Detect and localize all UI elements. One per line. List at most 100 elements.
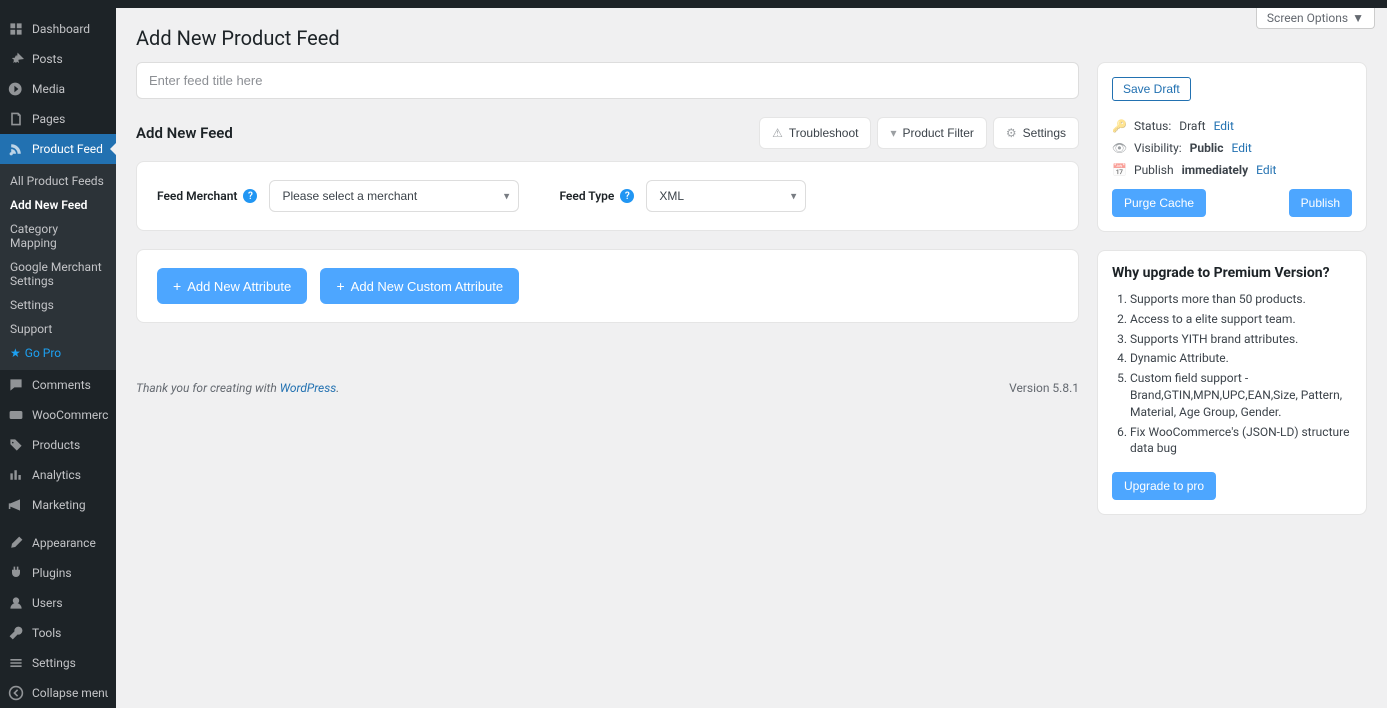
sidebar-item-tools[interactable]: Tools xyxy=(0,618,116,648)
help-icon[interactable]: ? xyxy=(243,189,257,203)
columns: Add New Feed ⚠ Troubleshoot ▾ Product Fi… xyxy=(136,62,1367,698)
edit-status-link[interactable]: Edit xyxy=(1214,119,1234,133)
feed-icon xyxy=(8,141,24,157)
sidebar-item-posts[interactable]: Posts xyxy=(0,44,116,74)
warning-icon: ⚠ xyxy=(772,126,783,140)
submenu-category-mapping[interactable]: Category Mapping xyxy=(0,217,116,255)
type-field: Feed Type ? XML xyxy=(559,180,806,212)
btn-label: Add New Attribute xyxy=(187,279,291,294)
visibility-label: Visibility: xyxy=(1134,141,1182,155)
section-header: Add New Feed ⚠ Troubleshoot ▾ Product Fi… xyxy=(136,117,1079,149)
type-select[interactable]: XML xyxy=(646,180,806,212)
help-icon[interactable]: ? xyxy=(620,189,634,203)
type-select-wrap: XML xyxy=(646,180,806,212)
btn-label: Add New Custom Attribute xyxy=(351,279,503,294)
settings-icon xyxy=(8,655,24,671)
schedule-row: 📅 Publish immediately Edit xyxy=(1112,163,1352,177)
screen-options-label: Screen Options xyxy=(1267,11,1348,25)
sidebar-item-products[interactable]: Products xyxy=(0,430,116,460)
screen-options-button[interactable]: Screen Options ▼ xyxy=(1256,8,1375,29)
menu-label: Comments xyxy=(32,378,91,392)
merchant-select[interactable]: Please select a merchant xyxy=(269,180,519,212)
analytics-icon xyxy=(8,467,24,483)
menu-label: Settings xyxy=(32,656,76,670)
side-column: Save Draft 🔑 Status: Draft Edit 👁 Visibi… xyxy=(1097,62,1367,698)
sidebar-item-product-feed[interactable]: Product Feed xyxy=(0,134,116,164)
sidebar-item-appearance[interactable]: Appearance xyxy=(0,528,116,558)
page-title: Add New Product Feed xyxy=(136,26,1367,50)
media-icon xyxy=(8,81,24,97)
label-text: Feed Type xyxy=(559,189,614,203)
submenu-add-new-feed[interactable]: Add New Feed xyxy=(0,193,116,217)
pages-icon xyxy=(8,111,24,127)
type-label: Feed Type ? xyxy=(559,189,634,203)
feed-settings-button[interactable]: ⚙ Settings xyxy=(993,117,1079,149)
menu-label: Product Feed xyxy=(32,142,103,156)
visibility-value: Public xyxy=(1190,141,1224,155)
plus-icon: + xyxy=(336,278,344,294)
status-row: 🔑 Status: Draft Edit xyxy=(1112,119,1352,133)
admin-bar xyxy=(0,0,1387,8)
sidebar-item-collapse[interactable]: Collapse menu xyxy=(0,678,116,708)
sidebar-item-media[interactable]: Media xyxy=(0,74,116,104)
sidebar-item-settings[interactable]: Settings xyxy=(0,648,116,678)
head-actions: ⚠ Troubleshoot ▾ Product Filter ⚙ Settin… xyxy=(759,117,1079,149)
menu-label: Appearance xyxy=(32,536,96,550)
filter-icon: ▾ xyxy=(890,126,896,140)
sidebar-item-woocommerce[interactable]: WooCommerce xyxy=(0,400,116,430)
chevron-down-icon: ▼ xyxy=(1352,11,1364,25)
edit-visibility-link[interactable]: Edit xyxy=(1231,141,1251,155)
btn-label: Settings xyxy=(1023,126,1066,140)
marketing-icon xyxy=(8,497,24,513)
status-label: Status: xyxy=(1134,119,1171,133)
submenu-label: Go Pro xyxy=(25,346,61,360)
merchant-select-wrap: Please select a merchant xyxy=(269,180,519,212)
key-icon: 🔑 xyxy=(1112,119,1126,133)
add-attribute-button[interactable]: + Add New Attribute xyxy=(157,268,307,304)
upgrade-button[interactable]: Upgrade to pro xyxy=(1112,472,1216,500)
sidebar-item-analytics[interactable]: Analytics xyxy=(0,460,116,490)
version: Version 5.8.1 xyxy=(1009,381,1079,395)
purge-cache-button[interactable]: Purge Cache xyxy=(1112,189,1206,217)
publish-value: immediately xyxy=(1182,163,1249,177)
comments-icon xyxy=(8,377,24,393)
tools-icon xyxy=(8,625,24,641)
publish-box: Save Draft 🔑 Status: Draft Edit 👁 Visibi… xyxy=(1097,62,1367,232)
list-item: Fix WooCommerce's (JSON-LD) structure da… xyxy=(1130,424,1352,458)
status-value: Draft xyxy=(1179,119,1205,133)
feed-title-input[interactable] xyxy=(136,62,1079,99)
sidebar-item-pages[interactable]: Pages xyxy=(0,104,116,134)
wordpress-link[interactable]: WordPress xyxy=(280,381,337,395)
menu-label: Marketing xyxy=(32,498,86,512)
add-custom-attribute-button[interactable]: + Add New Custom Attribute xyxy=(320,268,519,304)
menu-label: Analytics xyxy=(32,468,81,482)
pin-icon xyxy=(8,51,24,67)
sidebar-item-users[interactable]: Users xyxy=(0,588,116,618)
section-title: Add New Feed xyxy=(136,124,233,142)
appearance-icon xyxy=(8,535,24,551)
plugins-icon xyxy=(8,565,24,581)
submenu-google-merchant[interactable]: Google Merchant Settings xyxy=(0,255,116,293)
gear-icon: ⚙ xyxy=(1006,126,1017,140)
product-filter-button[interactable]: ▾ Product Filter xyxy=(877,117,986,149)
sidebar-item-marketing[interactable]: Marketing xyxy=(0,490,116,520)
submenu-go-pro[interactable]: ★ Go Pro xyxy=(0,341,116,365)
merchant-field: Feed Merchant ? Please select a merchant xyxy=(157,180,519,212)
merchant-row: Feed Merchant ? Please select a merchant xyxy=(157,180,1058,212)
footer-credit: Thank you for creating with WordPress. xyxy=(136,381,339,395)
list-item: Supports YITH brand attributes. xyxy=(1130,331,1352,348)
menu-label: Media xyxy=(32,82,65,96)
edit-schedule-link[interactable]: Edit xyxy=(1256,163,1276,177)
submenu-all-feeds[interactable]: All Product Feeds xyxy=(0,169,116,193)
publish-button[interactable]: Publish xyxy=(1289,189,1352,217)
sidebar-item-dashboard[interactable]: Dashboard xyxy=(0,14,116,44)
submenu-support[interactable]: Support xyxy=(0,317,116,341)
submenu-settings[interactable]: Settings xyxy=(0,293,116,317)
merchant-label: Feed Merchant ? xyxy=(157,189,257,203)
sidebar-item-plugins[interactable]: Plugins xyxy=(0,558,116,588)
troubleshoot-button[interactable]: ⚠ Troubleshoot xyxy=(759,117,871,149)
plus-icon: + xyxy=(173,278,181,294)
sidebar-item-comments[interactable]: Comments xyxy=(0,370,116,400)
menu-label: Users xyxy=(32,596,63,610)
save-draft-button[interactable]: Save Draft xyxy=(1112,77,1191,101)
